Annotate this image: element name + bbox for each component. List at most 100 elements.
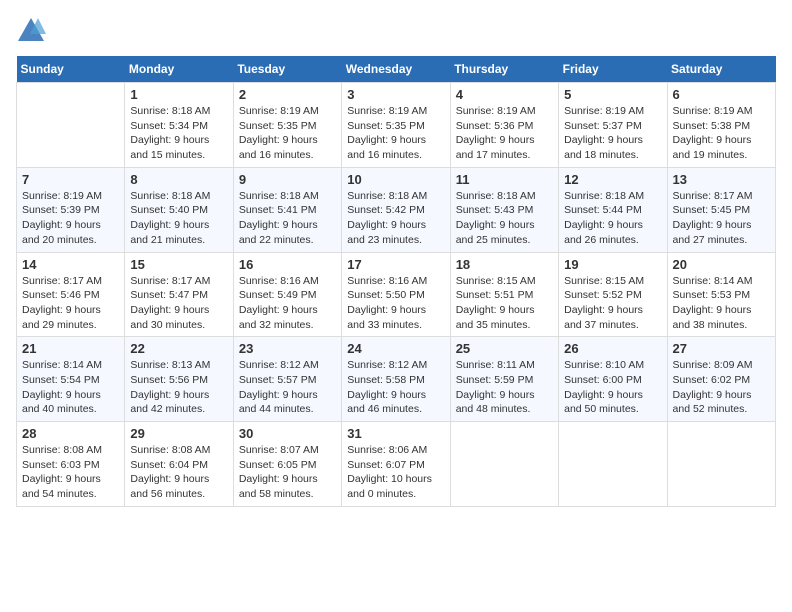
day-info: Sunrise: 8:16 AMSunset: 5:50 PMDaylight:… [347,274,444,333]
day-info: Sunrise: 8:08 AMSunset: 6:04 PMDaylight:… [130,443,227,502]
day-info: Sunrise: 8:18 AMSunset: 5:41 PMDaylight:… [239,189,336,248]
day-number: 15 [130,257,227,272]
calendar-cell: 30 Sunrise: 8:07 AMSunset: 6:05 PMDayligh… [233,422,341,507]
day-info: Sunrise: 8:13 AMSunset: 5:56 PMDaylight:… [130,358,227,417]
day-number: 2 [239,87,336,102]
day-info: Sunrise: 8:06 AMSunset: 6:07 PMDaylight:… [347,443,444,502]
day-info: Sunrise: 8:18 AMSunset: 5:42 PMDaylight:… [347,189,444,248]
calendar-cell: 2 Sunrise: 8:19 AMSunset: 5:35 PMDaylight… [233,83,341,168]
day-number: 28 [22,426,119,441]
day-info: Sunrise: 8:07 AMSunset: 6:05 PMDaylight:… [239,443,336,502]
calendar-week-row: 1 Sunrise: 8:18 AMSunset: 5:34 PMDaylight… [17,83,776,168]
day-info: Sunrise: 8:12 AMSunset: 5:58 PMDaylight:… [347,358,444,417]
calendar-week-row: 7 Sunrise: 8:19 AMSunset: 5:39 PMDaylight… [17,167,776,252]
day-number: 1 [130,87,227,102]
day-number: 14 [22,257,119,272]
calendar-cell: 16 Sunrise: 8:16 AMSunset: 5:49 PMDayligh… [233,252,341,337]
day-info: Sunrise: 8:14 AMSunset: 5:54 PMDaylight:… [22,358,119,417]
calendar-cell [667,422,775,507]
calendar-table: Sunday Monday Tuesday Wednesday Thursday… [16,56,776,507]
day-info: Sunrise: 8:19 AMSunset: 5:35 PMDaylight:… [347,104,444,163]
calendar-cell: 15 Sunrise: 8:17 AMSunset: 5:47 PMDayligh… [125,252,233,337]
calendar-cell: 6 Sunrise: 8:19 AMSunset: 5:38 PMDaylight… [667,83,775,168]
page-header [16,16,776,46]
day-number: 31 [347,426,444,441]
col-sunday: Sunday [17,56,125,83]
calendar-cell: 24Sunrise: 8:12 AMSunset: 5:58 PMDayligh… [342,337,450,422]
calendar-cell: 7 Sunrise: 8:19 AMSunset: 5:39 PMDaylight… [17,167,125,252]
calendar-cell: 31 Sunrise: 8:06 AMSunset: 6:07 PMDayligh… [342,422,450,507]
calendar-cell [17,83,125,168]
calendar-cell: 9 Sunrise: 8:18 AMSunset: 5:41 PMDaylight… [233,167,341,252]
calendar-cell: 22 Sunrise: 8:13 AMSunset: 5:56 PMDayligh… [125,337,233,422]
calendar-cell: 1 Sunrise: 8:18 AMSunset: 5:34 PMDaylight… [125,83,233,168]
calendar-cell: 18Sunrise: 8:15 AMSunset: 5:51 PMDayligh… [450,252,558,337]
day-info: Sunrise: 8:09 AMSunset: 6:02 PMDaylight:… [673,358,770,417]
calendar-cell: 13 Sunrise: 8:17 AMSunset: 5:45 PMDayligh… [667,167,775,252]
calendar-cell: 14 Sunrise: 8:17 AMSunset: 5:46 PMDayligh… [17,252,125,337]
day-number: 26 [564,341,661,356]
day-info: Sunrise: 8:17 AMSunset: 5:47 PMDaylight:… [130,274,227,333]
day-info: Sunrise: 8:18 AMSunset: 5:40 PMDaylight:… [130,189,227,248]
calendar-cell: 23 Sunrise: 8:12 AMSunset: 5:57 PMDayligh… [233,337,341,422]
day-number: 20 [673,257,770,272]
day-info: Sunrise: 8:19 AMSunset: 5:35 PMDaylight:… [239,104,336,163]
day-number: 8 [130,172,227,187]
col-thursday: Thursday [450,56,558,83]
day-number: 13 [673,172,770,187]
calendar-cell [559,422,667,507]
calendar-cell: 3Sunrise: 8:19 AMSunset: 5:35 PMDaylight… [342,83,450,168]
day-number: 27 [673,341,770,356]
day-number: 17 [347,257,444,272]
day-info: Sunrise: 8:15 AMSunset: 5:51 PMDaylight:… [456,274,553,333]
day-info: Sunrise: 8:15 AMSunset: 5:52 PMDaylight:… [564,274,661,333]
day-number: 21 [22,341,119,356]
day-info: Sunrise: 8:10 AMSunset: 6:00 PMDaylight:… [564,358,661,417]
day-number: 23 [239,341,336,356]
day-number: 30 [239,426,336,441]
day-info: Sunrise: 8:16 AMSunset: 5:49 PMDaylight:… [239,274,336,333]
day-info: Sunrise: 8:11 AMSunset: 5:59 PMDaylight:… [456,358,553,417]
day-number: 5 [564,87,661,102]
logo-icon [16,16,46,46]
day-number: 9 [239,172,336,187]
day-info: Sunrise: 8:18 AMSunset: 5:43 PMDaylight:… [456,189,553,248]
calendar-cell [450,422,558,507]
logo [16,16,50,46]
day-number: 12 [564,172,661,187]
calendar-body: 1 Sunrise: 8:18 AMSunset: 5:34 PMDaylight… [17,83,776,507]
day-info: Sunrise: 8:19 AMSunset: 5:39 PMDaylight:… [22,189,119,248]
day-info: Sunrise: 8:17 AMSunset: 5:45 PMDaylight:… [673,189,770,248]
col-monday: Monday [125,56,233,83]
day-info: Sunrise: 8:19 AMSunset: 5:37 PMDaylight:… [564,104,661,163]
day-number: 29 [130,426,227,441]
calendar-header: Sunday Monday Tuesday Wednesday Thursday… [17,56,776,83]
day-number: 19 [564,257,661,272]
calendar-cell: 4Sunrise: 8:19 AMSunset: 5:36 PMDaylight… [450,83,558,168]
calendar-cell: 11 Sunrise: 8:18 AMSunset: 5:43 PMDayligh… [450,167,558,252]
calendar-cell: 25Sunrise: 8:11 AMSunset: 5:59 PMDayligh… [450,337,558,422]
day-number: 7 [22,172,119,187]
day-info: Sunrise: 8:18 AMSunset: 5:44 PMDaylight:… [564,189,661,248]
calendar-cell: 27 Sunrise: 8:09 AMSunset: 6:02 PMDayligh… [667,337,775,422]
header-row: Sunday Monday Tuesday Wednesday Thursday… [17,56,776,83]
calendar-cell: 19 Sunrise: 8:15 AMSunset: 5:52 PMDayligh… [559,252,667,337]
col-friday: Friday [559,56,667,83]
calendar-cell: 28Sunrise: 8:08 AMSunset: 6:03 PMDayligh… [17,422,125,507]
calendar-cell: 20 Sunrise: 8:14 AMSunset: 5:53 PMDayligh… [667,252,775,337]
calendar-cell: 29 Sunrise: 8:08 AMSunset: 6:04 PMDayligh… [125,422,233,507]
day-number: 16 [239,257,336,272]
calendar-cell: 8 Sunrise: 8:18 AMSunset: 5:40 PMDaylight… [125,167,233,252]
day-number: 6 [673,87,770,102]
day-info: Sunrise: 8:14 AMSunset: 5:53 PMDaylight:… [673,274,770,333]
calendar-week-row: 21 Sunrise: 8:14 AMSunset: 5:54 PMDayligh… [17,337,776,422]
col-wednesday: Wednesday [342,56,450,83]
day-info: Sunrise: 8:17 AMSunset: 5:46 PMDaylight:… [22,274,119,333]
calendar-cell: 12 Sunrise: 8:18 AMSunset: 5:44 PMDayligh… [559,167,667,252]
day-info: Sunrise: 8:19 AMSunset: 5:38 PMDaylight:… [673,104,770,163]
day-number: 11 [456,172,553,187]
day-info: Sunrise: 8:12 AMSunset: 5:57 PMDaylight:… [239,358,336,417]
day-info: Sunrise: 8:19 AMSunset: 5:36 PMDaylight:… [456,104,553,163]
day-number: 22 [130,341,227,356]
day-info: Sunrise: 8:18 AMSunset: 5:34 PMDaylight:… [130,104,227,163]
